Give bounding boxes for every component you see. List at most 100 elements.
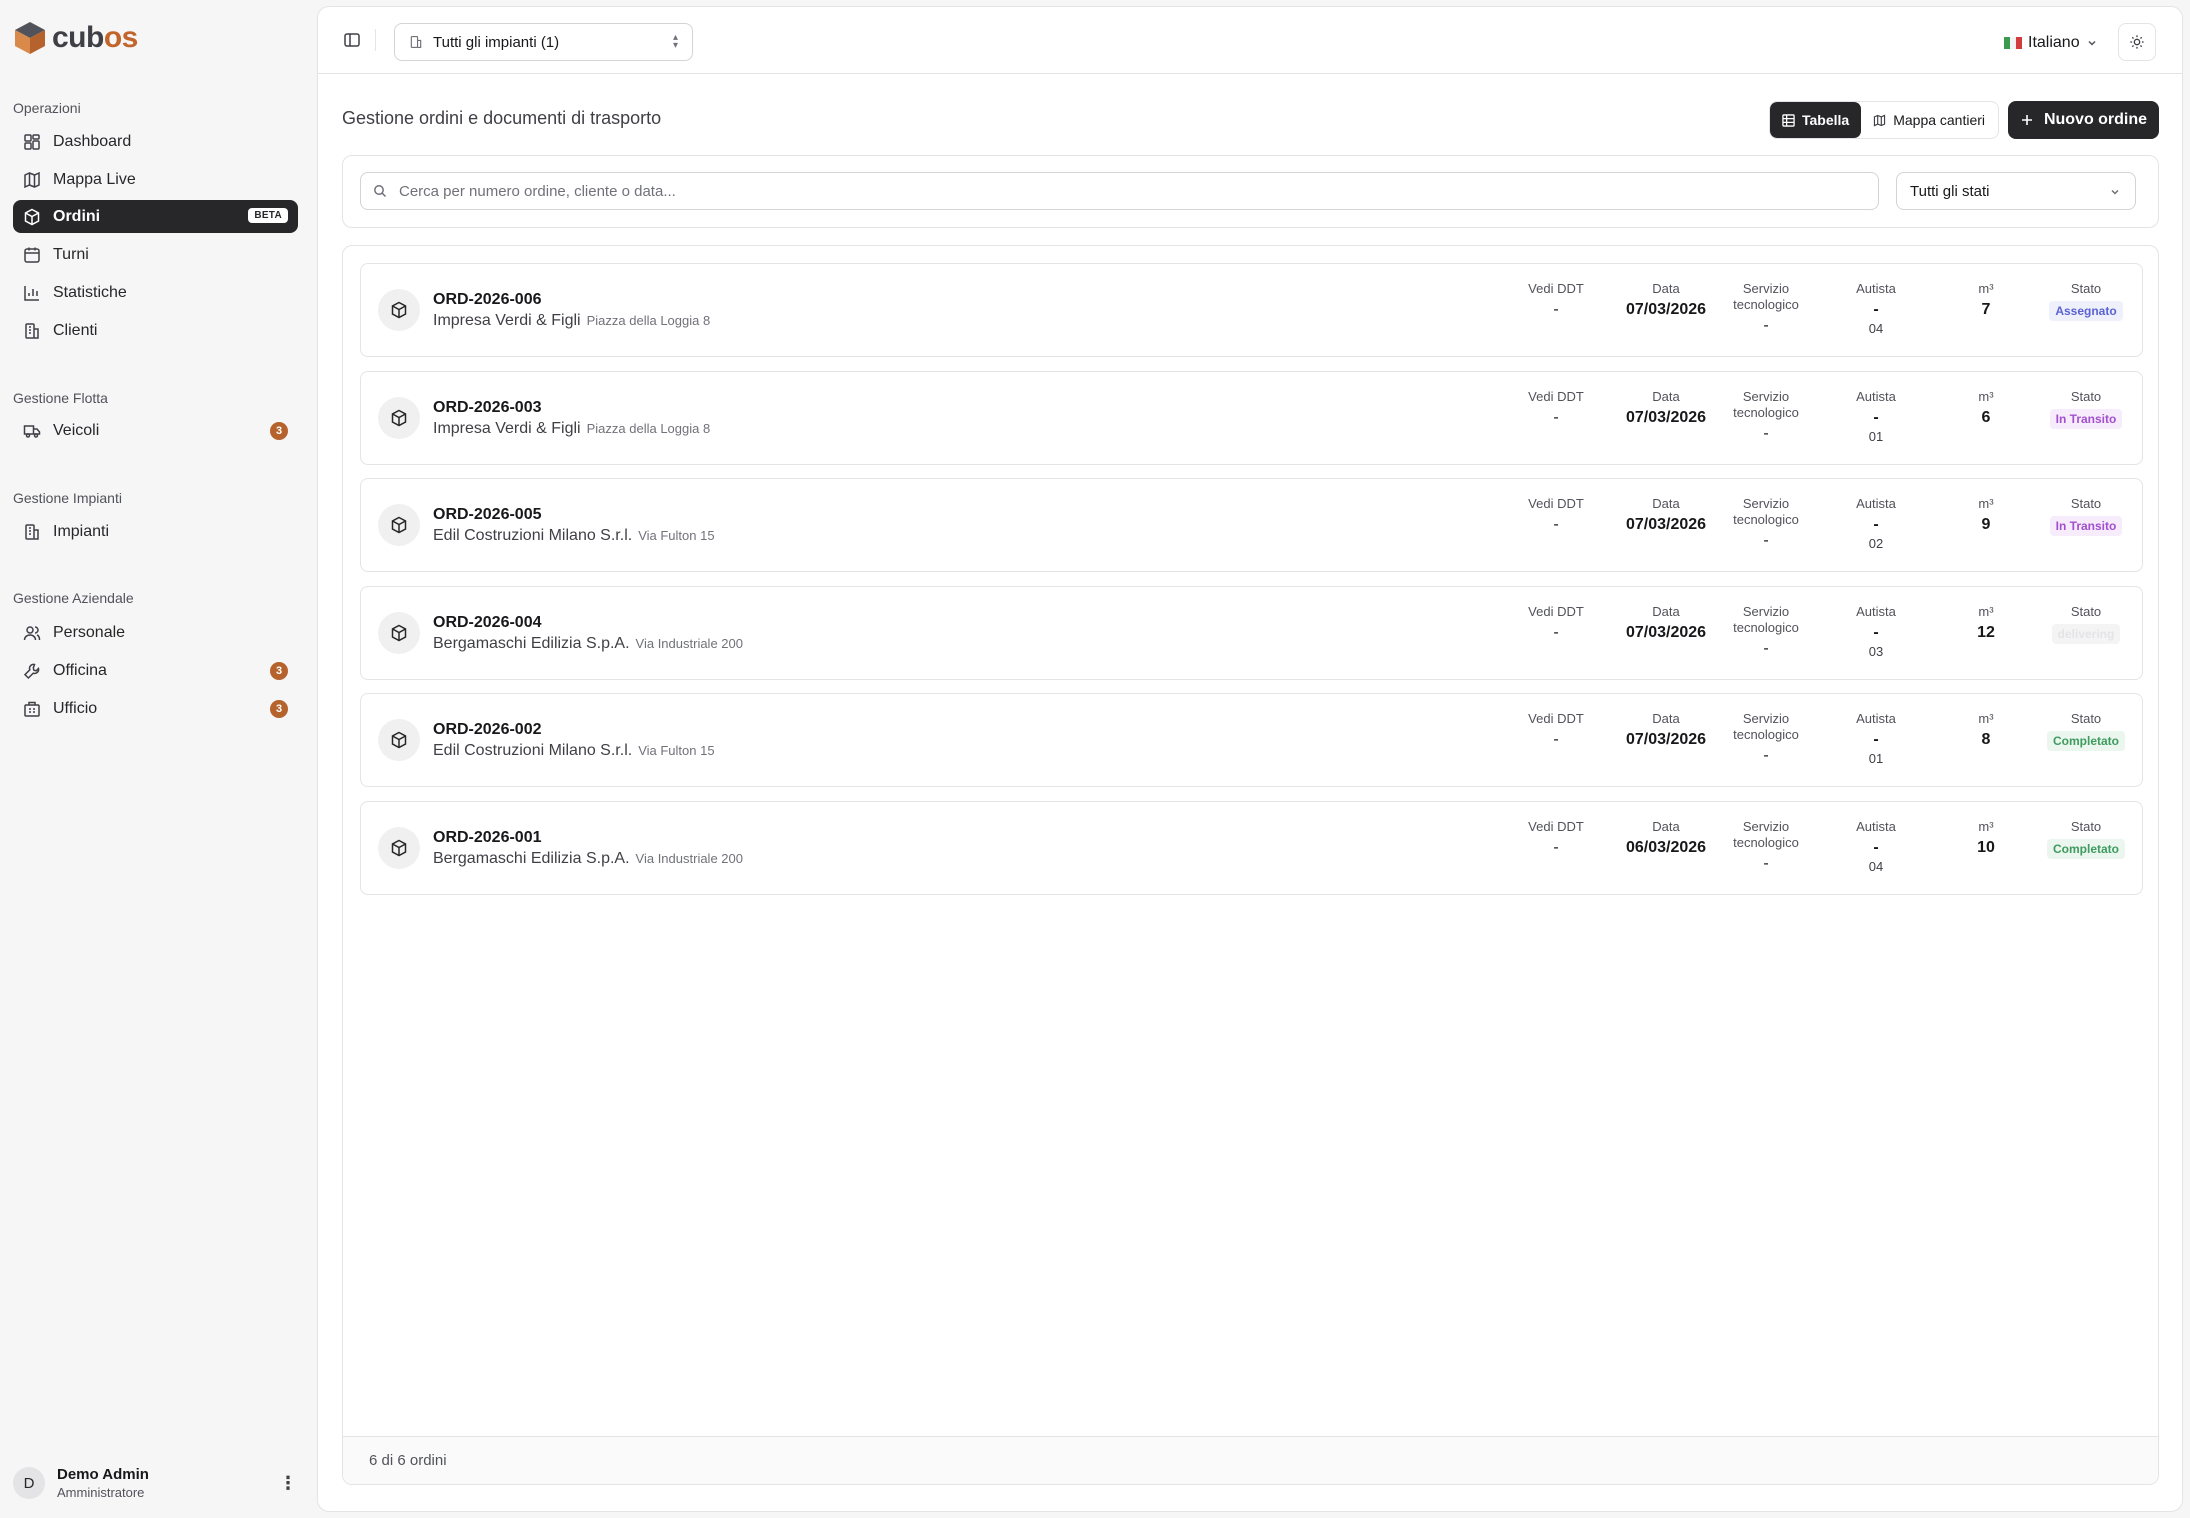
driver-column: Autista - 03 [1821,604,1931,659]
client-name: Bergamaschi Edilizia S.p.A. [433,849,630,867]
client-name: Impresa Verdi & Figli [433,312,581,329]
sidebar-toggle-icon[interactable] [343,31,361,49]
sidebar-item-turni[interactable]: Turni [13,238,298,271]
column-label: Data [1652,281,1680,296]
sidebar-item-label: Impianti [53,522,110,540]
ddt-column[interactable]: Vedi DDT - [1501,496,1611,534]
status-filter-value: Tutti gli stati [1910,182,1990,200]
plant-select[interactable]: Tutti gli impianti (1) ▴ ▾ [394,23,693,61]
language-select[interactable]: Italiano [2004,34,2098,52]
ddt-value: - [1553,838,1559,856]
sidebar-item-clienti[interactable]: Clienti [13,314,298,347]
logo[interactable]: cubos [12,20,138,56]
service-value: - [1763,747,1769,764]
sidebar-item-dashboard[interactable]: Dashboard [13,125,298,158]
status-badge: In Transito [2049,516,2123,536]
sidebar-item-veicoli[interactable]: Veicoli 3 [13,414,298,447]
column-label: Vedi DDT [1528,818,1584,834]
plus-icon [2021,115,2032,125]
beta-badge: BETA [248,208,288,223]
column-label: m³ [1978,711,1994,726]
bar-chart-icon [24,285,39,301]
sidebar-item-personale[interactable]: Personale [13,616,298,649]
nav-section-aziendale: Gestione Aziendale [13,590,134,606]
order-row[interactable]: ORD-2026-001 Bergamaschi Edilizia S.p.A.… [360,800,2143,895]
ddt-column[interactable]: Vedi DDT - [1501,604,1611,642]
ddt-column[interactable]: Vedi DDT - [1501,711,1611,749]
view-table-button[interactable]: Tabella [1770,102,1862,138]
driver-code: 02 [1868,536,1884,551]
topbar: Tutti gli impianti (1) ▴ ▾ Italiano [318,7,2182,74]
order-row[interactable]: ORD-2026-002 Edil Costruzioni Milano S.r… [360,693,2143,787]
status-column: Stato Completato [2041,819,2131,859]
status-badge: Completato [2047,731,2125,751]
order-client: Bergamaschi Edilizia S.p.A. Via Industria… [433,850,743,868]
truck-icon [23,424,41,438]
count-badge: 3 [270,700,288,718]
sidebar-item-ufficio[interactable]: Ufficio 3 [13,692,298,725]
nav-section-flotta: Gestione Flotta [13,390,108,406]
status-badge: Assegnato [2049,301,2123,321]
client-address: Via Fulton 15 [638,743,715,758]
avatar: D [13,1467,45,1499]
sidebar-item-label: Veicoli [53,421,100,439]
filter-bar: Cerca per numero ordine, cliente o data.… [342,155,2159,228]
date-value: 07/03/2026 [1625,623,1707,641]
column-label: Stato [2070,603,2102,619]
ddt-value: - [1553,731,1559,748]
driver-code: 01 [1868,751,1884,766]
driver-value: - [1873,408,1879,426]
package-icon [378,289,420,331]
column-label: Servizio tecnologico [1733,818,1799,850]
user-profile[interactable]: D Demo Admin Amministratore ⋮ [13,1462,303,1504]
column-label: Stato [2070,281,2102,296]
volume-value: 10 [1977,838,1995,856]
sidebar-item-statistiche[interactable]: Statistiche [13,276,298,309]
column-label: Autista [1856,281,1896,296]
column-label: Vedi DDT [1528,281,1584,296]
order-row[interactable]: ORD-2026-005 Edil Costruzioni Milano S.r… [360,478,2143,572]
column-label: Data [1652,711,1680,726]
language-label: Italiano [2028,34,2080,51]
search-input[interactable]: Cerca per numero ordine, cliente o data.… [360,172,1879,210]
page-subtitle: Gestione ordini e documenti di trasporto [342,108,662,128]
ddt-column[interactable]: Vedi DDT - [1501,281,1611,319]
volume-value: 12 [1977,623,1995,641]
new-order-button[interactable]: Nuovo ordine [2008,101,2159,139]
package-icon [378,396,420,439]
order-row[interactable]: ORD-2026-006 Impresa Verdi & Figli Piazza… [360,263,2143,357]
wrench-icon [23,663,40,679]
volume-value: 9 [1981,516,1991,533]
view-map-button[interactable]: Mappa cantieri [1861,102,1997,138]
order-row[interactable]: ORD-2026-004 Bergamaschi Edilizia S.p.A.… [360,585,2143,680]
ddt-value: - [1553,408,1559,426]
ddt-column[interactable]: Vedi DDT - [1501,389,1611,427]
logo-text: cubos [52,21,138,54]
sidebar-item-impianti[interactable]: Impianti [13,515,298,548]
service-column: Servizio tecnologico - [1711,819,1821,873]
theme-toggle-button[interactable] [2118,23,2156,61]
factory-icon [25,523,39,540]
date-value: 07/03/2026 [1625,731,1707,748]
column-label: Servizio tecnologico [1733,603,1799,635]
ddt-column[interactable]: Vedi DDT - [1501,819,1611,857]
order-id: ORD-2026-005 [433,506,542,523]
column-label: Autista [1856,818,1896,834]
sidebar-item-officina[interactable]: Officina 3 [13,654,298,687]
status-filter-select[interactable]: Tutti gli stati [1896,172,2136,210]
order-client: Edil Costruzioni Milano S.r.l. Via Fulton… [433,742,715,760]
order-row[interactable]: ORD-2026-003 Impresa Verdi & Figli Piazza… [360,370,2143,465]
package-icon [378,719,420,761]
service-column: Servizio tecnologico - [1711,711,1821,765]
client-name: Bergamaschi Edilizia S.p.A. [433,634,630,652]
client-name: Impresa Verdi & Figli [433,419,581,437]
map-icon [24,171,40,188]
sidebar-item-label: Statistiche [53,283,127,301]
driver-code: 04 [1868,321,1884,336]
sidebar-item-mappa-live[interactable]: Mappa Live [13,163,298,196]
client-address: Via Industriale 200 [635,850,743,866]
sidebar-item-ordini[interactable]: Ordini BETA [13,200,298,233]
column-label: Vedi DDT [1528,496,1584,511]
more-vertical-icon[interactable]: ⋮ [279,1474,297,1492]
service-value: - [1763,317,1769,334]
